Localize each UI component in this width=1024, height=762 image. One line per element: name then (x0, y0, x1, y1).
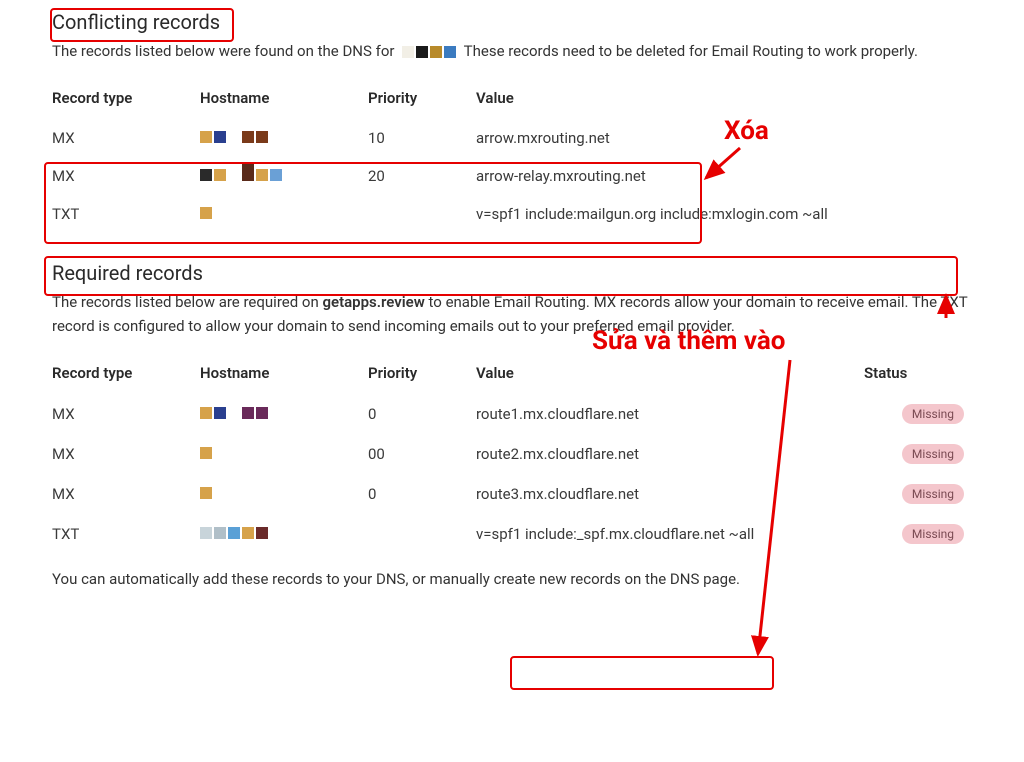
table-row: MX 10 arrow.mxrouting.net (52, 119, 972, 157)
status-badge: Missing (902, 484, 964, 504)
conflicting-desc: The records listed below were found on t… (52, 40, 972, 63)
cell-prio (368, 195, 476, 233)
cell-prio: 20 (368, 157, 476, 195)
cell-type: MX (52, 434, 200, 474)
th-host: Hostname (200, 354, 368, 394)
cell-prio: 0 (368, 474, 476, 514)
required-desc-pre: The records listed below are required on (52, 293, 322, 311)
th-prio: Priority (368, 354, 476, 394)
cell-type: MX (52, 157, 200, 195)
cell-type: MX (52, 474, 200, 514)
status-badge: Missing (902, 444, 964, 464)
table-row: TXT v=spf1 include:mailgun.org include:m… (52, 195, 972, 233)
redacted-host-icon (200, 487, 212, 499)
cell-host (200, 119, 368, 157)
cell-type: MX (52, 119, 200, 157)
conflicting-title: Conflicting records (52, 10, 972, 34)
cell-host (200, 514, 368, 554)
redacted-host-icon (200, 447, 212, 459)
cell-host (200, 195, 368, 233)
redacted-host-icon (200, 407, 268, 419)
th-prio: Priority (368, 79, 476, 119)
th-type: Record type (52, 79, 200, 119)
cell-type: TXT (52, 195, 200, 233)
cell-value: v=spf1 include:mailgun.org include:mxlog… (476, 195, 972, 233)
redacted-domain-icon (402, 46, 456, 58)
txt-value-post: ~all (725, 525, 754, 543)
status-badge: Missing (902, 404, 964, 424)
table-row: MX 0 route1.mx.cloudflare.net Missing (52, 394, 972, 434)
table-header-row: Record type Hostname Priority Value (52, 79, 972, 119)
cell-host (200, 434, 368, 474)
cell-status: Missing (864, 474, 972, 514)
table-row: MX 00 route2.mx.cloudflare.net Missing (52, 434, 972, 474)
required-desc: The records listed below are required on… (52, 291, 972, 338)
cell-prio (368, 514, 476, 554)
cell-prio: 10 (368, 119, 476, 157)
th-type: Record type (52, 354, 200, 394)
cell-prio: 00 (368, 434, 476, 474)
conflicting-desc-post: These records need to be deleted for Ema… (464, 42, 918, 60)
conflicting-table: Record type Hostname Priority Value MX 1… (52, 79, 972, 233)
status-badge: Missing (902, 524, 964, 544)
txt-value-box: include:_spf.mx.cloudflare.net (525, 525, 725, 543)
cell-value: route3.mx.cloudflare.net (476, 474, 864, 514)
redacted-host-icon (200, 207, 212, 219)
anno-box-spf-include (510, 656, 774, 690)
th-host: Hostname (200, 79, 368, 119)
th-value: Value (476, 354, 864, 394)
cell-host (200, 394, 368, 434)
cell-value: route1.mx.cloudflare.net (476, 394, 864, 434)
table-header-row: Record type Hostname Priority Value Stat… (52, 354, 972, 394)
cell-host (200, 157, 368, 195)
table-row: MX 0 route3.mx.cloudflare.net Missing (52, 474, 972, 514)
cell-status: Missing (864, 394, 972, 434)
cell-value: route2.mx.cloudflare.net (476, 434, 864, 474)
cell-type: TXT (52, 514, 200, 554)
redacted-host-icon (200, 131, 268, 143)
cell-prio: 0 (368, 394, 476, 434)
table-row: MX 20 arrow-relay.mxrouting.net (52, 157, 972, 195)
redacted-host-icon (200, 169, 282, 181)
th-status: Status (864, 354, 972, 394)
txt-value-pre: v=spf1 (476, 525, 525, 543)
cell-value: arrow-relay.mxrouting.net (476, 157, 972, 195)
redacted-host-icon (200, 527, 268, 539)
cell-status: Missing (864, 514, 972, 554)
cell-value: arrow.mxrouting.net (476, 119, 972, 157)
cell-host (200, 474, 368, 514)
required-desc-bold: getapps.review (322, 293, 424, 311)
required-table: Record type Hostname Priority Value Stat… (52, 354, 972, 554)
required-title: Required records (52, 261, 972, 285)
cell-status: Missing (864, 434, 972, 474)
page: Conflicting records The records listed b… (0, 0, 1024, 627)
conflicting-desc-pre: The records listed below were found on t… (52, 42, 394, 60)
cell-type: MX (52, 394, 200, 434)
cell-value: v=spf1 include:_spf.mx.cloudflare.net ~a… (476, 514, 864, 554)
th-value: Value (476, 79, 972, 119)
table-row: TXT v=spf1 include:_spf.mx.cloudflare.ne… (52, 514, 972, 554)
required-footnote: You can automatically add these records … (52, 568, 972, 591)
